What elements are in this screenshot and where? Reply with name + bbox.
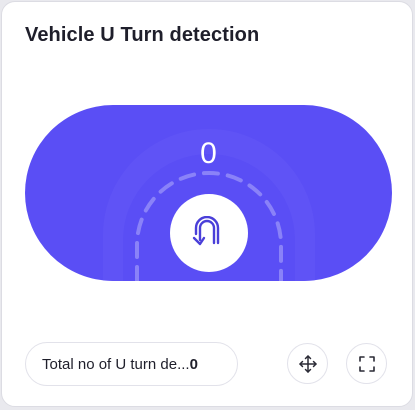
u-turn-icon [192,216,220,246]
total-u-turn-value: 0 [189,355,198,373]
u-turn-icon-badge [170,194,248,272]
u-turn-widget-card: Vehicle U Turn detection 0 Total no of U… [1,1,413,407]
u-turn-count: 0 [200,137,217,170]
detection-panel: 0 [25,105,392,281]
total-u-turn-summary: Total no of U turn de... 0 [25,342,238,386]
fullscreen-button[interactable] [346,343,387,384]
widget-title: Vehicle U Turn detection [25,24,260,46]
move-icon [298,354,317,373]
total-u-turn-label: Total no of U turn de... [42,355,190,373]
fullscreen-icon [358,355,375,372]
move-widget-button[interactable] [287,343,328,384]
